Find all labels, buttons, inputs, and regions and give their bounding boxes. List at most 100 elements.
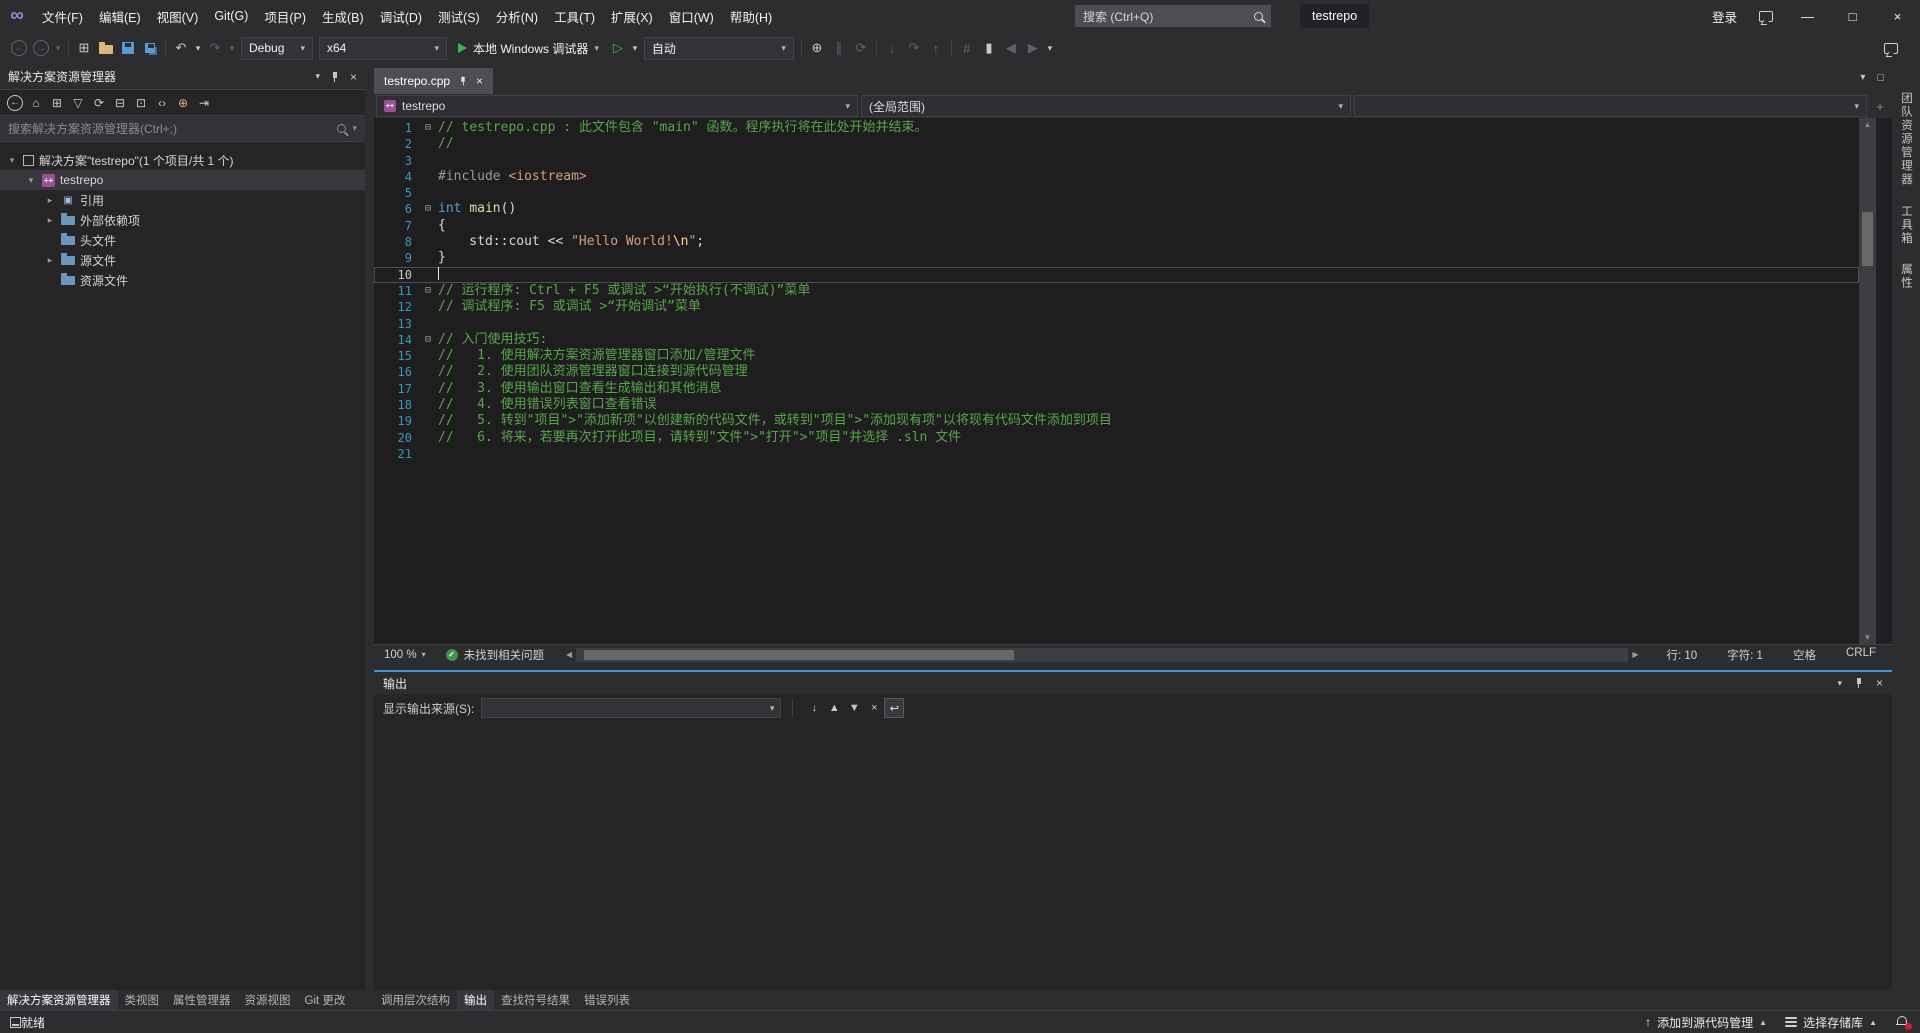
code-line[interactable]: 14⊟// 入门使用技巧: — [374, 332, 1859, 348]
line-number[interactable]: 18 — [374, 397, 418, 413]
code-editor[interactable]: 1⊟// testrepo.cpp : 此文件包含 "main" 函数。程序执行… — [374, 118, 1892, 644]
fold-marker-icon[interactable]: ⊟ — [418, 332, 438, 348]
collapse-all-icon[interactable]: ⊟ — [110, 93, 130, 113]
code-line[interactable]: 10 — [374, 267, 1859, 283]
tool-window-tab[interactable]: Git 更改 — [298, 990, 353, 1010]
line-number[interactable]: 7 — [374, 218, 418, 234]
tree-item[interactable]: ▸源文件 — [0, 250, 365, 270]
configuration-dropdown[interactable]: Debug▾ — [241, 37, 313, 60]
nav-forward-icon[interactable]: → — [30, 37, 52, 59]
chevron-collapsed-icon[interactable]: ▸ — [44, 195, 56, 206]
tree-item[interactable]: ▸外部依赖项 — [0, 210, 365, 230]
output-source-dropdown[interactable]: ▾ — [481, 698, 781, 718]
clear-all-icon[interactable]: × — [864, 698, 884, 718]
tool-window-tab[interactable]: 属性管理器 — [166, 990, 238, 1010]
add-to-source-control-button[interactable]: ↑ 添加到源代码管理 ▲ — [1636, 1014, 1776, 1031]
line-number[interactable]: 10 — [374, 267, 418, 283]
solution-explorer-header[interactable]: 解决方案资源管理器 ▾ × — [0, 64, 365, 89]
hex-display-icon[interactable]: # — [956, 37, 978, 59]
chevron-expanded-icon[interactable]: ▾ — [6, 155, 18, 166]
add-item-icon[interactable]: + — [1870, 99, 1890, 114]
filter-icon[interactable]: ▽ — [68, 93, 88, 113]
scrollbar-thumb[interactable] — [1862, 212, 1873, 266]
tree-item[interactable]: 头文件 — [0, 230, 365, 250]
fold-marker-icon[interactable]: ⊟ — [418, 201, 438, 217]
scroll-up-icon[interactable]: ▲ — [1859, 120, 1876, 129]
attach-process-icon[interactable]: ⊕ — [806, 37, 828, 59]
minimize-button[interactable]: — — [1785, 0, 1830, 32]
line-number[interactable]: 15 — [374, 348, 418, 364]
menu-item[interactable]: 编辑(E) — [91, 0, 149, 32]
save-all-icon[interactable] — [139, 37, 161, 59]
fold-marker-icon[interactable]: ⊟ — [418, 120, 438, 136]
scope-dropdown[interactable]: (全局范围) ▾ — [861, 95, 1351, 117]
scroll-right-icon[interactable]: ▶ — [1628, 650, 1642, 659]
line-number[interactable]: 8 — [374, 234, 418, 250]
horizontal-scroll-track[interactable] — [576, 648, 1628, 662]
code-line[interactable]: 9} — [374, 250, 1859, 266]
menu-item[interactable]: 生成(B) — [314, 0, 372, 32]
sign-in-button[interactable]: 登录 — [1702, 7, 1747, 26]
tool-window-tab[interactable]: 解决方案资源管理器 — [0, 990, 118, 1010]
line-number[interactable]: 3 — [374, 153, 418, 169]
properties-icon[interactable]: ⊕ — [173, 93, 193, 113]
tree-item[interactable]: ▸▣引用 — [0, 190, 365, 210]
word-wrap-icon[interactable]: ↩ — [884, 698, 904, 718]
autohide-tab[interactable]: 工具箱 — [1898, 205, 1914, 246]
line-number[interactable]: 1 — [374, 120, 418, 136]
prev-bookmark-icon[interactable]: ◀ — [1000, 37, 1022, 59]
menu-item[interactable]: 分析(N) — [488, 0, 546, 32]
code-line[interactable]: 18// 4. 使用错误列表窗口查看错误 — [374, 397, 1859, 413]
code-line[interactable]: 1⊟// testrepo.cpp : 此文件包含 "main" 函数。程序执行… — [374, 120, 1859, 136]
refresh-icon[interactable]: ⟳ — [89, 93, 109, 113]
solution-explorer-search[interactable]: 搜索解决方案资源管理器(Ctrl+;) ▾ — [0, 116, 365, 142]
next-bookmark-icon[interactable]: ▶ — [1022, 37, 1044, 59]
menu-item[interactable]: 窗口(W) — [661, 0, 722, 32]
send-feedback-icon[interactable] — [1884, 43, 1898, 54]
code-line[interactable]: 8 std::cout << "Hello World!\n"; — [374, 234, 1859, 250]
line-number[interactable]: 17 — [374, 381, 418, 397]
panel-splitter[interactable] — [365, 64, 374, 1010]
background-tasks-icon[interactable] — [10, 1017, 21, 1028]
preview-icon[interactable]: ⇥ — [194, 93, 214, 113]
line-number[interactable]: 20 — [374, 430, 418, 446]
code-line[interactable]: 6⊟int main() — [374, 201, 1859, 217]
code-line[interactable]: 20// 6. 将来，若要再次打开此项目，请转到"文件">"打开">"项目"并选… — [374, 430, 1859, 446]
window-position-icon[interactable]: ▾ — [315, 71, 320, 82]
document-health-indicator[interactable]: ✓ 未找到相关问题 — [436, 647, 555, 663]
bottom-panel-tab[interactable]: 错误列表 — [577, 990, 637, 1010]
previous-message-icon[interactable]: ▲ — [824, 698, 844, 718]
line-number[interactable]: 5 — [374, 185, 418, 201]
watch-mode-dropdown[interactable]: 自动▾ — [644, 37, 794, 60]
char-indicator[interactable]: 字符: 1 — [1727, 647, 1763, 663]
menu-item[interactable]: 测试(S) — [430, 0, 488, 32]
line-number[interactable]: 9 — [374, 250, 418, 266]
select-repository-button[interactable]: 选择存储库 ▲ — [1776, 1014, 1886, 1031]
line-number[interactable]: 11 — [374, 283, 418, 299]
run-options-dropdown-icon[interactable]: ▾ — [629, 37, 641, 59]
close-icon[interactable]: × — [1876, 676, 1883, 690]
window-position-icon[interactable]: ▾ — [1837, 678, 1842, 689]
open-file-icon[interactable] — [95, 37, 117, 59]
step-over-icon[interactable]: ↷ — [903, 37, 925, 59]
fold-marker-icon[interactable]: ⊟ — [418, 283, 438, 299]
line-number[interactable]: 19 — [374, 413, 418, 429]
code-line[interactable]: 13 — [374, 316, 1859, 332]
pin-icon[interactable] — [330, 71, 340, 83]
nav-history-dropdown-icon[interactable]: ▾ — [52, 37, 64, 59]
pin-tab-icon[interactable] — [459, 76, 468, 86]
tool-window-tab[interactable]: 资源视图 — [238, 990, 298, 1010]
toolbar-overflow-icon[interactable]: ▾ — [1044, 37, 1056, 59]
menu-item[interactable]: 扩展(X) — [603, 0, 661, 32]
redo-dropdown-icon[interactable]: ▾ — [226, 37, 238, 59]
menu-item[interactable]: 调试(D) — [372, 0, 430, 32]
code-line[interactable]: 17// 3. 使用输出窗口查看生成输出和其他消息 — [374, 381, 1859, 397]
step-out-icon[interactable]: ↑ — [925, 37, 947, 59]
notifications-bell-icon[interactable] — [1896, 1016, 1910, 1029]
horizontal-scrollbar[interactable]: ◀ ▶ — [562, 648, 1642, 662]
line-indicator[interactable]: 行: 10 — [1666, 647, 1697, 663]
scroll-down-icon[interactable]: ▼ — [1859, 633, 1876, 642]
project-dropdown[interactable]: ++ testrepo ▾ — [376, 95, 858, 117]
eol-indicator[interactable]: CRLF — [1846, 647, 1876, 663]
search-options-dropdown-icon[interactable]: ▾ — [352, 123, 357, 134]
